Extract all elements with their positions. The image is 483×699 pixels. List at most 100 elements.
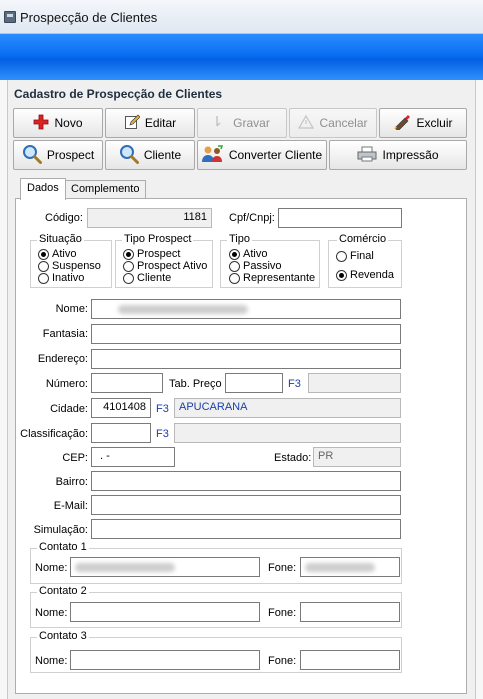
convert-client-button[interactable]: Converter Cliente	[197, 140, 327, 170]
comercio-revenda-label: Revenda	[350, 269, 395, 281]
contato-1-nome-field[interactable]	[70, 557, 260, 577]
contato-1-nome-label: Nome:	[35, 562, 68, 574]
tab-complemento[interactable]: Complemento	[64, 180, 147, 198]
comercio-title: Comércio	[337, 233, 389, 245]
contato-3-fone-field[interactable]	[300, 650, 400, 670]
contato-3-nome-label: Nome:	[35, 655, 68, 667]
classificacao-field[interactable]	[91, 423, 151, 443]
radio-button[interactable]	[123, 272, 134, 284]
edit-icon	[124, 114, 141, 133]
tipo-ativo-label: Ativo	[243, 248, 268, 260]
frame-right	[476, 80, 483, 699]
simulacao-label: Simulação:	[33, 524, 88, 536]
situacao-ativo-radio[interactable]: Ativo	[38, 248, 76, 260]
tipo-passivo-radio[interactable]: Passivo	[229, 260, 282, 272]
radio-button[interactable]	[336, 250, 347, 262]
tab-preco-field[interactable]	[225, 373, 283, 393]
search-client-label: Cliente	[143, 148, 182, 162]
tipo-prospect-ativo-label: Prospect Ativo	[137, 260, 208, 272]
situacao-suspenso-label: Suspenso	[52, 260, 101, 272]
search-prospect-button[interactable]: Prospect	[13, 140, 103, 170]
codigo-label: Código:	[45, 212, 83, 224]
cep-label: CEP:	[62, 452, 88, 464]
contato-2-fone-field[interactable]	[300, 602, 400, 622]
edit-button[interactable]: Editar	[105, 108, 195, 138]
tipo-representante-radio[interactable]: Representante	[229, 272, 315, 284]
situacao-suspenso-radio[interactable]: Suspenso	[38, 260, 101, 272]
cidade-lookup-button[interactable]: F3	[156, 403, 169, 415]
contato-1-title: Contato 1	[37, 541, 89, 553]
situacao-inativo-radio[interactable]: Inativo	[38, 272, 84, 284]
new-button-label: Novo	[54, 116, 83, 130]
contato-2-nome-field[interactable]	[70, 602, 260, 622]
radio-button[interactable]	[38, 272, 49, 284]
new-button[interactable]: Novo	[13, 108, 103, 138]
contato-2-title: Contato 2	[37, 585, 89, 597]
delete-button-label: Excluir	[416, 116, 453, 130]
search-client-button[interactable]: Cliente	[105, 140, 195, 170]
email-field[interactable]	[91, 495, 401, 515]
comercio-final-label: Final	[350, 250, 374, 262]
save-button-label: Gravar	[233, 116, 270, 130]
fantasia-field[interactable]	[91, 324, 401, 344]
cancel-button-label: Cancelar	[319, 116, 368, 130]
app-icon	[4, 11, 16, 23]
email-label: E-Mail:	[53, 500, 88, 512]
endereco-label: Endereço:	[37, 353, 88, 365]
cep-field[interactable]: . -	[91, 447, 175, 467]
situacao-ativo-label: Ativo	[52, 248, 77, 260]
edit-button-label: Editar	[144, 116, 177, 130]
radio-button[interactable]	[123, 260, 134, 272]
radio-button[interactable]	[229, 248, 240, 260]
simulacao-field[interactable]	[91, 519, 401, 539]
delete-button[interactable]: Excluir	[379, 108, 467, 138]
window-title: Prospecção de Clientes	[20, 10, 158, 25]
cidade-field[interactable]: 4101408	[91, 398, 151, 418]
redacted-text	[75, 563, 175, 572]
radio-button[interactable]	[38, 248, 49, 260]
radio-button[interactable]	[38, 260, 49, 272]
print-button[interactable]: Impressão	[329, 140, 467, 170]
codigo-field[interactable]: 1181	[87, 208, 212, 228]
comercio-revenda-radio[interactable]: Revenda	[336, 269, 394, 281]
numero-field[interactable]	[91, 373, 163, 393]
cidade-desc: APUCARANA	[174, 398, 401, 418]
classificacao-desc	[174, 423, 401, 443]
estado-label: Estado:	[274, 452, 312, 464]
radio-button[interactable]	[336, 269, 347, 281]
tab-preco-lookup-button[interactable]: F3	[288, 378, 301, 390]
tipo-prospect-ativo-radio[interactable]: Prospect Ativo	[123, 260, 207, 272]
fantasia-label: Fantasia:	[42, 328, 88, 340]
bairro-field[interactable]	[91, 471, 401, 491]
tipo-prospect-prospect-radio[interactable]: Prospect	[123, 248, 180, 260]
tipo-ativo-radio[interactable]: Ativo	[229, 248, 267, 260]
contato-3-nome-field[interactable]	[70, 650, 260, 670]
save-button[interactable]: Gravar	[197, 108, 287, 138]
cancel-button[interactable]: Cancelar	[289, 108, 377, 138]
radio-button[interactable]	[123, 248, 134, 260]
radio-button[interactable]	[229, 260, 240, 272]
print-button-label: Impressão	[382, 148, 439, 162]
cpf-field[interactable]	[278, 208, 402, 228]
cancel-icon	[298, 114, 315, 133]
nome-field[interactable]	[91, 299, 401, 319]
contato-3-title: Contato 3	[37, 630, 89, 642]
cpf-label: Cpf/Cnpj:	[229, 212, 275, 224]
comercio-final-radio[interactable]: Final	[336, 250, 374, 262]
situacao-title: Situação	[37, 233, 84, 245]
printer-icon	[357, 146, 377, 165]
contato-1-fone-label: Fone:	[268, 562, 297, 574]
classificacao-lookup-button[interactable]: F3	[156, 428, 169, 440]
tab-dados[interactable]: Dados	[20, 178, 66, 200]
endereco-field[interactable]	[91, 349, 401, 369]
magnifier-icon	[119, 144, 139, 167]
redacted-text	[305, 563, 375, 572]
tipo-prospect-cliente-radio[interactable]: Cliente	[123, 272, 171, 284]
form-title: Cadastro de Prospecção de Clientes	[14, 87, 223, 101]
contato-1-fone-field[interactable]	[300, 557, 400, 577]
radio-button[interactable]	[229, 272, 240, 284]
nome-label: Nome:	[55, 303, 88, 315]
tipo-prospect-cliente-label: Cliente	[137, 272, 172, 284]
estado-field[interactable]: PR	[313, 447, 401, 467]
users-convert-icon	[201, 144, 224, 166]
